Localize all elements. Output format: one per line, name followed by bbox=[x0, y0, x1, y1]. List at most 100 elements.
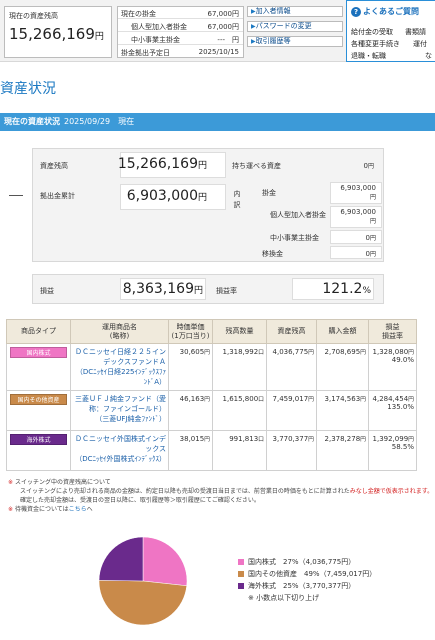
unit-price: 46,163円 bbox=[168, 390, 213, 431]
quantity: 991,813口 bbox=[212, 430, 267, 471]
legend-item: 国内その他資産 49%（7,459,017円） bbox=[238, 568, 376, 580]
purchase-amount: 3,174,563円 bbox=[316, 390, 369, 431]
type-badge: 国内株式 bbox=[10, 347, 67, 358]
pie-slice-2 bbox=[98, 536, 144, 582]
pie-slice-0 bbox=[142, 536, 188, 587]
faq-item[interactable]: 給付金の受取 bbox=[351, 27, 393, 37]
asset-balance: 4,036,775円 bbox=[266, 343, 317, 391]
breakdown-item-value: 6,903,000 円 bbox=[340, 208, 376, 225]
type-badge: 海外株式 bbox=[10, 434, 67, 445]
pie-legend: 国内株式 27%（4,036,775円） 国内その他資産 49%（7,459,0… bbox=[238, 556, 376, 604]
contribution-row: 掛金拠出予定日 2025/10/15 bbox=[121, 48, 239, 57]
quantity: 1,615,800口 bbox=[212, 390, 267, 431]
contribution-row: 個人型加入者掛金 67,000円 bbox=[118, 20, 243, 32]
faq-item[interactable]: な bbox=[425, 51, 432, 61]
col-header: 残高数量 bbox=[212, 319, 267, 344]
faq-item[interactable]: 書類請 bbox=[405, 27, 426, 37]
legend-label: 海外株式 bbox=[248, 582, 276, 590]
breakdown-item-label: 中小事業主掛金 bbox=[270, 234, 319, 242]
page-title: 資産状況 bbox=[0, 81, 56, 97]
breakdown-item-value: 6,903,000 円 bbox=[340, 184, 376, 201]
fund-name[interactable]: ＤＣニッセイ日経２２５インデックスファンドＡ （DCﾆｯｾｲ日経225ｲﾝﾃﾞｯｸ… bbox=[70, 343, 169, 391]
ratio-label: 損益率 bbox=[216, 287, 237, 295]
section-date: 2025/09/29 現在 bbox=[64, 117, 135, 126]
account-links: ▶加入者情報 ▶パスワードの変更 ▶取引履歴等 bbox=[247, 6, 343, 51]
breakdown-item-value: 0円 bbox=[365, 234, 376, 242]
legend-label: 国内その他資産 bbox=[248, 570, 297, 578]
legend-percent: 49 bbox=[304, 570, 313, 578]
unit-price: 30,605円 bbox=[168, 343, 213, 391]
section-bar: 現在の資産状況 2025/09/29 現在 bbox=[0, 113, 435, 131]
fund-name[interactable]: 三菱ＵＦＪ純金ファンド（愛称：ファインゴールド） （三菱UFJ純金ﾌｧﾝﾄﾞ） bbox=[70, 390, 169, 431]
breakdown-item-label: 掛金 bbox=[262, 189, 276, 197]
holdings-table: 商品タイプ 運用商品名 (略称) 時価単価 (1万口当り) 残高数量 資産残高 … bbox=[6, 319, 417, 471]
password-change-link[interactable]: ▶パスワードの変更 bbox=[247, 21, 343, 32]
table-header-row: 商品タイプ 運用商品名 (略称) 時価単価 (1万口当り) 残高数量 資産残高 … bbox=[6, 319, 417, 344]
contrib-total-value: 6,903,000円 bbox=[126, 188, 207, 204]
standby-funds-link[interactable]: こちら bbox=[69, 506, 87, 513]
note-line: 確定した売却金額は、受渡日の翌日以降に、取引履歴等＞取引履歴にてご確認ください。 bbox=[20, 497, 260, 504]
summary-balance-value: 15,266,169円 bbox=[117, 156, 207, 172]
col-header: 商品タイプ bbox=[6, 319, 71, 344]
ratio-value: 121.2% bbox=[322, 281, 371, 297]
table-row: 国内その他資産 三菱ＵＦＪ純金ファンド（愛称：ファインゴールド） （三菱UFJ純金… bbox=[6, 390, 417, 431]
breakdown-item-label: 個人型加入者掛金 bbox=[270, 211, 326, 219]
col-header: 損益 損益率 bbox=[368, 319, 417, 344]
col-header: 資産残高 bbox=[266, 319, 317, 344]
balance-value: 15,266,169円 bbox=[9, 25, 104, 43]
legend-item: 海外株式 25%（3,770,377円） bbox=[238, 580, 376, 592]
breakdown-label: 内訳 bbox=[233, 190, 241, 212]
col-header: 購入金額 bbox=[316, 319, 369, 344]
breakdown-item-value: 0円 bbox=[365, 250, 376, 258]
table-row: 海外株式 ＤＣニッセイ外国株式インデックス （DCﾆｯｾｲ外国株式ｲﾝﾃﾞｯｸｽ）… bbox=[6, 430, 417, 471]
quantity: 1,318,992口 bbox=[212, 343, 267, 391]
faq-title[interactable]: ? よくあるご質問 bbox=[351, 6, 419, 17]
note-line: スイッチングにより売却される商品の金額は、約定日以降も売却の受渡日当日までは、前… bbox=[20, 488, 350, 495]
portable-assets-label: 持ち運べる資産 bbox=[232, 162, 281, 170]
switching-notes: ※ スイッチング中の資産残高について スイッチングにより売却される商品の金額は、… bbox=[8, 479, 434, 513]
profit-loss: 1,328,080円 49.0% bbox=[368, 343, 417, 391]
transaction-history-link[interactable]: ▶取引履歴等 bbox=[247, 36, 343, 47]
purchase-amount: 2,708,695円 bbox=[316, 343, 369, 391]
legend-item: 国内株式 27%（4,036,775円） bbox=[238, 556, 376, 568]
profit-loss: 4,284,454円 135.0% bbox=[368, 390, 417, 431]
faq-item[interactable]: 各種変更手続き bbox=[351, 39, 400, 49]
unit-price: 38,015円 bbox=[168, 430, 213, 471]
question-icon: ? bbox=[351, 7, 361, 17]
rounding-note: ※ 小数点以下切り上げ bbox=[248, 594, 320, 602]
member-info-link[interactable]: ▶加入者情報 bbox=[247, 6, 343, 17]
faq-box: ? よくあるご質問 給付金の受取 書類請 各種変更手続き 運付 退職・転職 な bbox=[346, 0, 435, 62]
legend-percent: 27 bbox=[283, 558, 292, 566]
contribution-box: 現在の掛金 67,000円 個人型加入者掛金 67,000円 中小事業主掛金 --- … bbox=[117, 6, 244, 58]
note-line: みなし金額で仮表示されます。 bbox=[349, 488, 434, 495]
purchase-amount: 2,378,278円 bbox=[316, 430, 369, 471]
pie-slice-1 bbox=[98, 580, 188, 626]
contribution-row: 現在の掛金 67,000円 bbox=[118, 7, 243, 19]
table-row: 国内株式 ＤＣニッセイ日経２２５インデックスファンドＡ （DCﾆｯｾｲ日経225ｲ… bbox=[6, 343, 417, 391]
faq-item[interactable]: 運付 bbox=[413, 39, 427, 49]
contrib-total-label: 拠出金累計 bbox=[40, 192, 75, 200]
contribution-row: 中小事業主掛金 --- 円 bbox=[118, 33, 243, 45]
profit-value: 8,363,169円 bbox=[122, 281, 203, 297]
portable-assets-value: 0円 bbox=[363, 162, 374, 170]
faq-item[interactable]: 退職・転職 bbox=[351, 51, 386, 61]
allocation-pie-chart bbox=[98, 536, 188, 626]
asset-balance: 7,459,017円 bbox=[266, 390, 317, 431]
collapse-dash bbox=[9, 195, 23, 196]
header-bar: 現在の資産残高 15,266,169円 現在の掛金 67,000円 個人型加入者掛… bbox=[0, 0, 435, 62]
col-header: 運用商品名 (略称) bbox=[70, 319, 169, 344]
section-title: 現在の資産状況 bbox=[4, 117, 60, 126]
type-badge: 国内その他資産 bbox=[10, 394, 67, 405]
legend-label: 国内株式 bbox=[248, 558, 276, 566]
note-line: スイッチング中の資産残高について bbox=[14, 479, 111, 486]
profit-label: 損益 bbox=[40, 287, 54, 295]
balance-label: 現在の資産残高 bbox=[9, 12, 58, 20]
breakdown-item-label: 移換金 bbox=[262, 250, 283, 258]
summary-balance-label: 資産残高 bbox=[40, 162, 68, 170]
balance-summary-box: 現在の資産残高 15,266,169円 bbox=[4, 6, 112, 58]
profit-loss: 1,392,099円 58.5% bbox=[368, 430, 417, 471]
asset-balance: 3,770,377円 bbox=[266, 430, 317, 471]
fund-name[interactable]: ＤＣニッセイ外国株式インデックス （DCﾆｯｾｲ外国株式ｲﾝﾃﾞｯｸｽ） bbox=[70, 430, 169, 471]
col-header: 時価単価 (1万口当り) bbox=[168, 319, 213, 344]
legend-percent: 25 bbox=[283, 582, 292, 590]
